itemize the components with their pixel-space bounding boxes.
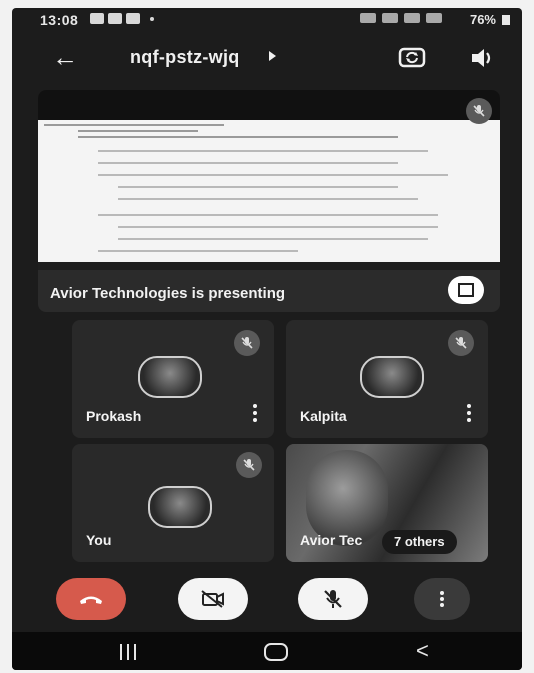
screen-toolbar-line <box>78 136 398 138</box>
home-icon[interactable] <box>264 643 288 661</box>
others-chip[interactable]: 7 others <box>382 530 457 554</box>
more-options-icon <box>440 591 444 607</box>
message-icon <box>90 13 104 24</box>
muted-badge <box>236 452 262 478</box>
signal-icon <box>426 13 442 23</box>
meeting-code[interactable]: nqf-pstz-wjq <box>130 47 240 68</box>
screen-text-row <box>118 238 428 240</box>
screen-text-row <box>98 150 428 152</box>
mic-off-icon <box>473 105 485 117</box>
mic-off-icon <box>455 337 467 349</box>
screen-text-row <box>118 186 398 188</box>
battery-percent: 76% <box>469 12 496 27</box>
screen-text-row <box>98 250 298 252</box>
caret-right-icon[interactable] <box>269 51 276 61</box>
video-icon <box>108 13 122 24</box>
nav-back-icon[interactable]: < <box>416 638 429 664</box>
muted-badge <box>448 330 474 356</box>
status-time: 13:08 <box>40 12 79 28</box>
avatar <box>148 486 212 528</box>
screen-text-row <box>118 198 418 200</box>
wifi-icon <box>404 13 420 23</box>
fullscreen-button[interactable] <box>448 276 484 304</box>
meeting-top-bar: ← nqf-pstz-wjq <box>12 38 522 78</box>
presenting-label: Avior Technologies is presenting <box>50 285 286 302</box>
end-call-icon <box>80 596 102 604</box>
screen-text-row <box>98 214 438 216</box>
more-vert-icon[interactable] <box>466 404 472 424</box>
presentation-tile[interactable]: Avior Technologies is presenting <box>38 90 500 312</box>
system-icons <box>360 13 442 23</box>
status-bar: 13:08 76% <box>12 8 522 34</box>
phone-screen: 13:08 76% ← nqf-pstz-wjq Avior Technolog… <box>12 8 522 670</box>
screen-toolbar-line <box>78 130 198 132</box>
mic-off-icon <box>324 590 342 608</box>
muted-badge <box>234 330 260 356</box>
fullscreen-icon <box>466 289 474 297</box>
speaker-icon[interactable] <box>468 44 496 72</box>
shared-screen <box>38 120 500 270</box>
more-vert-icon[interactable] <box>252 404 258 424</box>
dot-icon <box>150 16 154 21</box>
battery-icon <box>502 15 510 25</box>
participant-tile-prokash[interactable]: Prokash <box>72 320 274 438</box>
mic-off-icon <box>241 337 253 349</box>
camera-toggle-button[interactable] <box>178 578 248 620</box>
switch-camera-icon[interactable] <box>397 42 427 72</box>
screen-text-row <box>98 162 398 164</box>
screen-toolbar-line <box>44 124 224 126</box>
recent-apps-icon[interactable] <box>120 644 138 660</box>
screen-text-row <box>98 174 448 176</box>
system-nav-bar: < <box>12 632 522 670</box>
avatar <box>360 356 424 398</box>
presentation-header-area <box>38 90 500 124</box>
fullscreen-icon <box>458 289 466 297</box>
avatar <box>138 356 202 398</box>
call-controls <box>12 574 522 628</box>
participant-name: Avior Tec <box>300 532 363 548</box>
participant-name: Kalpita <box>300 408 347 424</box>
back-arrow-icon[interactable]: ← <box>52 44 78 70</box>
camera-off-icon <box>201 590 224 608</box>
mic-toggle-button[interactable] <box>298 578 368 620</box>
participant-tile-kalpita[interactable]: Kalpita <box>286 320 488 438</box>
participant-tile-avior[interactable]: Avior Tec 7 others <box>286 444 488 562</box>
notification-icons <box>90 13 154 24</box>
mic-off-icon <box>243 459 255 471</box>
screen-taskbar <box>38 262 500 270</box>
presenter-muted-badge <box>466 98 492 124</box>
image-icon <box>126 13 140 24</box>
link-icon <box>360 13 376 23</box>
more-options-button[interactable] <box>414 578 470 620</box>
end-call-button[interactable] <box>56 578 126 620</box>
participant-name: Prokash <box>86 408 142 424</box>
participant-name: You <box>86 532 112 548</box>
participant-tile-you[interactable]: You <box>72 444 274 562</box>
screen-text-row <box>118 226 438 228</box>
alarm-icon <box>382 13 398 23</box>
